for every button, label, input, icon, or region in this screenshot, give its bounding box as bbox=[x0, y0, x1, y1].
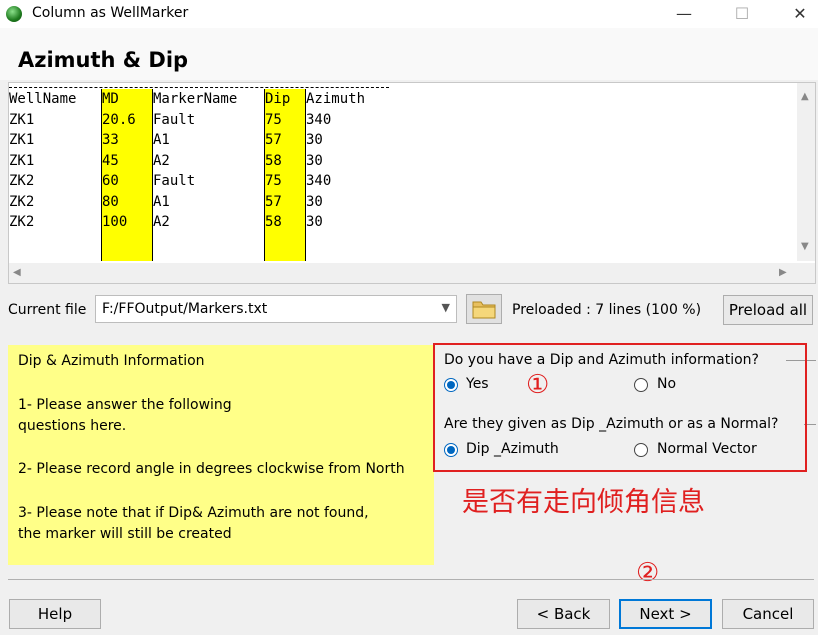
cell: Fault bbox=[153, 111, 196, 128]
annotation-chinese-note: 是否有走向倾角信息 bbox=[462, 487, 705, 518]
current-file-label: Current file bbox=[8, 302, 87, 318]
footer-separator bbox=[8, 579, 814, 580]
maximize-button[interactable]: ☐ bbox=[722, 2, 762, 26]
cell: 100 bbox=[102, 214, 128, 230]
cell: 45 bbox=[102, 152, 119, 169]
app-globe-icon bbox=[6, 6, 22, 22]
column-header: WellName bbox=[9, 91, 77, 107]
next-button[interactable]: Next > bbox=[619, 599, 712, 629]
page-title: Azimuth & Dip bbox=[18, 48, 189, 72]
cell: 57 bbox=[265, 193, 282, 210]
cell: 30 bbox=[306, 152, 323, 169]
scroll-left-icon[interactable]: ◀ bbox=[13, 267, 21, 278]
cell: 58 bbox=[265, 152, 282, 169]
cell: Fault bbox=[153, 173, 196, 189]
cell: 30 bbox=[306, 132, 323, 148]
cell: 33 bbox=[102, 132, 119, 148]
cell: ZK1 bbox=[9, 132, 35, 148]
scroll-down-icon[interactable]: ▼ bbox=[801, 241, 809, 252]
current-file-value: F:/FFOutput/Markers.txt bbox=[102, 301, 268, 317]
cell: A2 bbox=[153, 214, 170, 230]
scroll-up-icon[interactable]: ▲ bbox=[801, 91, 809, 102]
file-preview[interactable]: WellName ZK1 ZK1 ZK1 ZK2 ZK2 ZK2 MD 20.6… bbox=[8, 82, 816, 284]
column-markername: MarkerName Fault A1 A2 Fault A1 A2 bbox=[152, 89, 265, 261]
cell: ZK2 bbox=[9, 214, 35, 230]
column-wellname: WellName ZK1 ZK1 ZK1 ZK2 ZK2 ZK2 bbox=[9, 89, 101, 261]
column-header: Azimuth bbox=[306, 91, 366, 107]
vertical-scrollbar[interactable]: ▲ ▼ bbox=[797, 83, 815, 261]
cell: 75 bbox=[265, 111, 282, 128]
cell: 340 bbox=[306, 111, 332, 128]
browse-folder-button[interactable] bbox=[466, 294, 502, 324]
cell: 58 bbox=[265, 214, 282, 230]
cell: 30 bbox=[306, 214, 323, 230]
info-line: 3- Please note that if Dip& Azimuth are … bbox=[18, 505, 369, 521]
folder-icon bbox=[472, 301, 496, 319]
cell: 57 bbox=[265, 132, 282, 148]
annotation-highlight-box bbox=[433, 343, 807, 472]
cell: 80 bbox=[102, 193, 119, 210]
scrollbar-corner bbox=[797, 263, 815, 283]
info-title: Dip & Azimuth Information bbox=[18, 353, 205, 369]
info-line: 1- Please answer the following bbox=[18, 397, 232, 413]
info-panel: Dip & Azimuth Information 1- Please answ… bbox=[8, 345, 434, 565]
info-line: questions here. bbox=[18, 418, 127, 434]
preload-all-button[interactable]: Preload all bbox=[723, 295, 813, 325]
column-header: MarkerName bbox=[153, 91, 238, 107]
column-md: MD 20.6 33 45 60 80 100 bbox=[101, 89, 152, 261]
close-button[interactable]: ✕ bbox=[780, 2, 818, 26]
cell: 30 bbox=[306, 193, 323, 210]
cell: ZK1 bbox=[9, 152, 35, 169]
cell: 60 bbox=[102, 173, 119, 189]
info-line: the marker will still be created bbox=[18, 526, 232, 542]
help-button[interactable]: Help bbox=[9, 599, 101, 629]
annotation-step-2: ② bbox=[636, 558, 660, 588]
cell: 75 bbox=[265, 173, 282, 189]
info-line: 2- Please record angle in degrees clockw… bbox=[18, 461, 405, 477]
cell: A1 bbox=[153, 193, 170, 210]
current-file-combobox[interactable]: F:/FFOutput/Markers.txt ▼ bbox=[95, 295, 457, 323]
wizard-header: Azimuth & Dip bbox=[0, 28, 818, 80]
cell: A1 bbox=[153, 132, 170, 148]
back-button[interactable]: < Back bbox=[517, 599, 610, 629]
column-azimuth: Azimuth 340 30 30 340 30 30 bbox=[305, 89, 386, 261]
column-header: Dip bbox=[265, 91, 291, 107]
scroll-right-icon[interactable]: ▶ bbox=[779, 267, 787, 278]
cell: ZK1 bbox=[9, 111, 35, 128]
column-header: MD bbox=[102, 91, 119, 107]
cell: ZK2 bbox=[9, 193, 35, 210]
preview-content: WellName ZK1 ZK1 ZK1 ZK2 ZK2 ZK2 MD 20.6… bbox=[9, 83, 797, 261]
column-dip: Dip 75 57 58 75 57 58 bbox=[264, 89, 305, 261]
minimize-button[interactable]: — bbox=[664, 2, 704, 26]
cell: 20.6 bbox=[102, 111, 136, 128]
horizontal-scrollbar[interactable]: ◀ ▶ bbox=[9, 263, 797, 283]
preloaded-status: Preloaded : 7 lines (100 %) bbox=[512, 302, 702, 318]
window-title: Column as WellMarker bbox=[32, 5, 189, 21]
preview-divider bbox=[9, 87, 389, 88]
chevron-down-icon[interactable]: ▼ bbox=[442, 301, 450, 314]
cancel-button[interactable]: Cancel bbox=[722, 599, 814, 629]
cell: ZK2 bbox=[9, 173, 35, 189]
cell: A2 bbox=[153, 152, 170, 169]
annotation-step-1: ① bbox=[526, 370, 550, 400]
cell: 340 bbox=[306, 173, 332, 189]
title-bar: Column as WellMarker — ☐ ✕ bbox=[0, 0, 818, 28]
